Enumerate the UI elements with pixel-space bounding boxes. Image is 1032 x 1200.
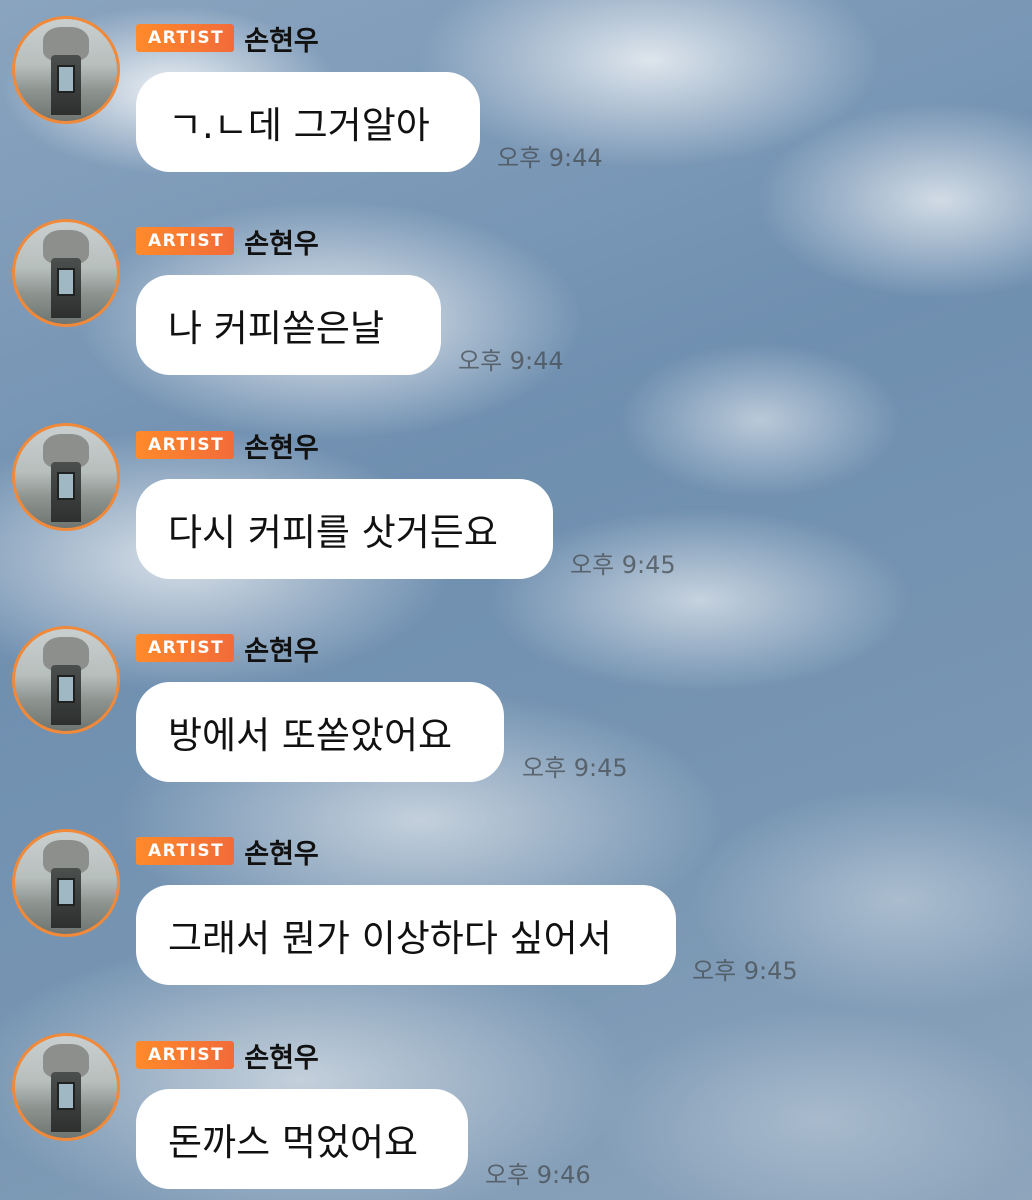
chat-message: ARTIST 손현우 ㄱ.ㄴ데 그거알아 오후 9:44 (0, 0, 1032, 200)
message-bubble[interactable]: 다시 커피를 삿거든요 (136, 479, 553, 579)
message-time: 오후 9:44 (458, 347, 564, 375)
sender-name[interactable]: 손현우 (244, 1036, 319, 1075)
sender-row: ARTIST 손현우 (136, 22, 319, 57)
chat-message: ARTIST 손현우 돈까스 먹었어요 오후 9:46 (0, 1017, 1032, 1200)
sender-name[interactable]: 손현우 (244, 629, 319, 668)
sender-row: ARTIST 손현우 (136, 632, 319, 667)
sender-row: ARTIST 손현우 (136, 1039, 319, 1074)
message-bubble[interactable]: 돈까스 먹었어요 (136, 1089, 468, 1189)
sender-name[interactable]: 손현우 (244, 832, 319, 871)
chat-message: ARTIST 손현우 그래서 뭔가 이상하다 싶어서 오후 9:45 (0, 813, 1032, 1013)
avatar[interactable] (12, 626, 120, 734)
message-time: 오후 9:45 (522, 754, 628, 782)
sender-row: ARTIST 손현우 (136, 225, 319, 260)
avatar[interactable] (12, 829, 120, 937)
artist-badge: ARTIST (136, 1041, 235, 1069)
artist-badge: ARTIST (136, 24, 235, 52)
sender-row: ARTIST 손현우 (136, 835, 319, 870)
sender-name[interactable]: 손현우 (244, 19, 319, 58)
artist-badge: ARTIST (136, 837, 235, 865)
artist-badge: ARTIST (136, 634, 235, 662)
message-time: 오후 9:44 (497, 144, 603, 172)
avatar[interactable] (12, 219, 120, 327)
artist-badge: ARTIST (136, 431, 235, 459)
message-time: 오후 9:46 (485, 1161, 591, 1189)
chat-message: ARTIST 손현우 나 커피쏟은날 오후 9:44 (0, 203, 1032, 403)
message-bubble[interactable]: 방에서 또쏟았어요 (136, 682, 504, 782)
message-bubble[interactable]: ㄱ.ㄴ데 그거알아 (136, 72, 480, 172)
avatar[interactable] (12, 1033, 120, 1141)
chat-message: ARTIST 손현우 다시 커피를 삿거든요 오후 9:45 (0, 407, 1032, 607)
message-time: 오후 9:45 (692, 957, 798, 985)
avatar[interactable] (12, 423, 120, 531)
sender-name[interactable]: 손현우 (244, 426, 319, 465)
message-bubble[interactable]: 나 커피쏟은날 (136, 275, 441, 375)
sender-name[interactable]: 손현우 (244, 222, 319, 261)
avatar[interactable] (12, 16, 120, 124)
message-time: 오후 9:45 (570, 551, 676, 579)
artist-badge: ARTIST (136, 227, 235, 255)
chat-message: ARTIST 손현우 방에서 또쏟았어요 오후 9:45 (0, 610, 1032, 810)
sender-row: ARTIST 손현우 (136, 429, 319, 464)
message-bubble[interactable]: 그래서 뭔가 이상하다 싶어서 (136, 885, 676, 985)
